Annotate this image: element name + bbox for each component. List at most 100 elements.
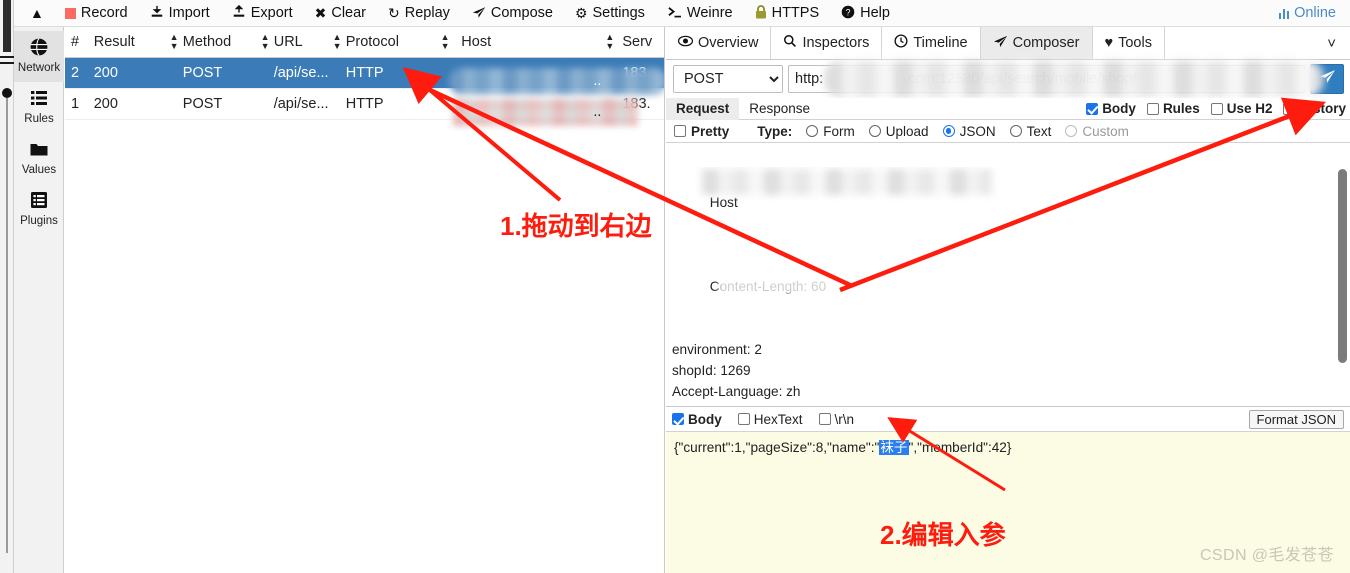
column-header-protocol[interactable]: Protocol (346, 34, 439, 50)
header-line-host: Host (709, 195, 738, 210)
inspector-tabs: Overview Inspectors Timeline Composer ♥ … (666, 27, 1350, 60)
http-method-select[interactable]: POST (673, 65, 783, 93)
toggle-hextext[interactable]: HexText (737, 412, 803, 427)
tab-label-inspectors: Inspectors (802, 35, 870, 51)
column-header-url[interactable]: URL (274, 34, 331, 50)
cell-protocol: HTTP (345, 96, 384, 112)
tabs-overflow-button[interactable]: ˅ (1165, 27, 1350, 59)
cell-index: 2 (71, 65, 80, 81)
column-header-method[interactable]: Method (183, 34, 259, 50)
sidebar-item-plugins[interactable]: Plugins (14, 184, 64, 235)
window-edge-strip (0, 0, 14, 573)
tab-label-tools: Tools (1118, 35, 1152, 51)
toggle-rules[interactable]: Rules (1146, 101, 1200, 116)
sidebar-item-values[interactable]: Values (14, 133, 64, 184)
table-row[interactable]: 2 200 POST /api/se... HTTP .. 183. (65, 58, 664, 95)
session-list: # Result ▲ ▼ Method ▲ ▼ URL ▲ ▼ Protocol ▲ ▼… (65, 27, 665, 573)
radio-upload[interactable]: Upload (868, 124, 929, 139)
record-label: Record (80, 5, 128, 21)
radio-button-form[interactable] (806, 125, 819, 137)
radio-form[interactable]: Form (806, 124, 855, 139)
redacted-host-value (453, 98, 639, 126)
radio-json[interactable]: JSON (942, 124, 996, 139)
subtab-response[interactable]: Response (739, 98, 820, 120)
header-line-shopid: shopId: 1269 (672, 363, 751, 378)
radio-button-text[interactable] (1009, 125, 1022, 137)
radio-button-custom (1065, 125, 1078, 137)
checkbox-body-section[interactable] (672, 413, 684, 425)
request-body-toolbar: Body HexText \r\n Format JSON (666, 407, 1350, 432)
cell-result: 200 (93, 96, 118, 112)
column-header-server[interactable]: Serv (622, 34, 664, 50)
collapse-toolbar-button[interactable]: ▲ (18, 0, 54, 26)
sort-handle-protocol[interactable]: ▲ ▼ (439, 33, 462, 51)
export-label: Export (250, 5, 293, 21)
gear-icon: ⚙ (574, 5, 588, 21)
replay-button[interactable]: ↻ Replay (377, 0, 461, 26)
toggle-pretty[interactable]: Pretty (670, 124, 729, 139)
checkbox-history[interactable] (1283, 102, 1296, 115)
column-header-host[interactable]: Host (461, 34, 603, 50)
body-section-label: Body (688, 411, 722, 427)
toggle-history[interactable]: History (1283, 101, 1346, 116)
replay-label: Replay (404, 5, 450, 21)
subtab-request[interactable]: Request (666, 97, 740, 120)
weinre-button[interactable]: Weinre (656, 0, 744, 26)
sort-handle-host[interactable]: ▲ ▼ (603, 33, 622, 51)
import-label: Import (168, 5, 210, 21)
https-label: HTTPS (771, 5, 820, 21)
radio-custom: Custom (1065, 124, 1129, 139)
online-status[interactable]: Online (1278, 5, 1336, 21)
checkbox-body[interactable] (1086, 102, 1099, 115)
sort-handle-result[interactable]: ▲ ▼ (168, 33, 183, 51)
header-line-accept-language: Accept-Language: zh (672, 384, 801, 399)
request-headers-editor[interactable]: Host Content-Length: 60 environment: 2 s… (666, 167, 1350, 407)
radio-button-upload[interactable] (868, 125, 881, 137)
toggle-label-body: Body (1102, 101, 1136, 116)
pretty-label: Pretty (691, 123, 730, 139)
radio-text[interactable]: Text (1009, 124, 1051, 139)
tab-timeline[interactable]: Timeline (882, 27, 981, 59)
record-square-icon (64, 7, 76, 19)
export-button[interactable]: Export (221, 0, 304, 26)
toggle-body-section[interactable]: Body (672, 412, 722, 427)
toggle-use-h2[interactable]: Use H2 (1210, 101, 1272, 116)
clear-button[interactable]: ✖ Clear (304, 0, 377, 26)
checkbox-use-h2[interactable] (1210, 102, 1223, 115)
compose-label: Compose (490, 5, 553, 21)
tab-tools[interactable]: ♥ Tools (1093, 27, 1165, 59)
cell-url: /api/se... (273, 96, 329, 112)
crlf-label: \r\n (834, 411, 855, 427)
https-button[interactable]: HTTPS (744, 0, 831, 26)
settings-button[interactable]: ⚙ Settings (564, 0, 656, 26)
body-text-selection[interactable]: 袜子 (879, 440, 909, 455)
checkbox-crlf[interactable] (818, 413, 831, 425)
checkbox-hextext[interactable] (737, 413, 750, 425)
import-button[interactable]: Import (139, 0, 221, 26)
radio-button-json[interactable] (942, 125, 955, 137)
column-header-index[interactable]: # (65, 34, 94, 50)
help-button[interactable]: ? Help (830, 0, 901, 26)
question-circle-icon: ? (841, 5, 855, 21)
request-body-editor[interactable]: {"current":1,"pageSize":8,"name":"袜子","m… (666, 432, 1350, 573)
eye-icon (677, 35, 694, 51)
tab-inspectors[interactable]: Inspectors (771, 27, 883, 59)
sort-handle-url[interactable]: ▲ ▼ (331, 33, 346, 51)
send-request-button[interactable] (1310, 64, 1344, 94)
tab-composer[interactable]: Composer (980, 27, 1093, 59)
checkbox-rules[interactable] (1146, 102, 1159, 115)
headers-scrollbar[interactable] (1338, 169, 1347, 363)
url-input[interactable] (788, 65, 1305, 93)
toggle-label-rules: Rules (1162, 101, 1200, 116)
sidebar-item-network[interactable]: Network (14, 31, 64, 82)
sort-handle-method[interactable]: ▲ ▼ (259, 33, 274, 51)
sidebar-item-rules[interactable]: Rules (14, 82, 64, 133)
checkbox-pretty[interactable] (674, 125, 686, 137)
toggle-crlf[interactable]: \r\n (818, 411, 855, 427)
tab-overview[interactable]: Overview (666, 27, 772, 59)
format-json-button[interactable]: Format JSON (1248, 409, 1344, 429)
column-header-result[interactable]: Result (94, 34, 168, 50)
compose-button[interactable]: Compose (461, 0, 564, 26)
toggle-body[interactable]: Body (1086, 101, 1136, 116)
record-button[interactable]: Record (54, 0, 139, 26)
